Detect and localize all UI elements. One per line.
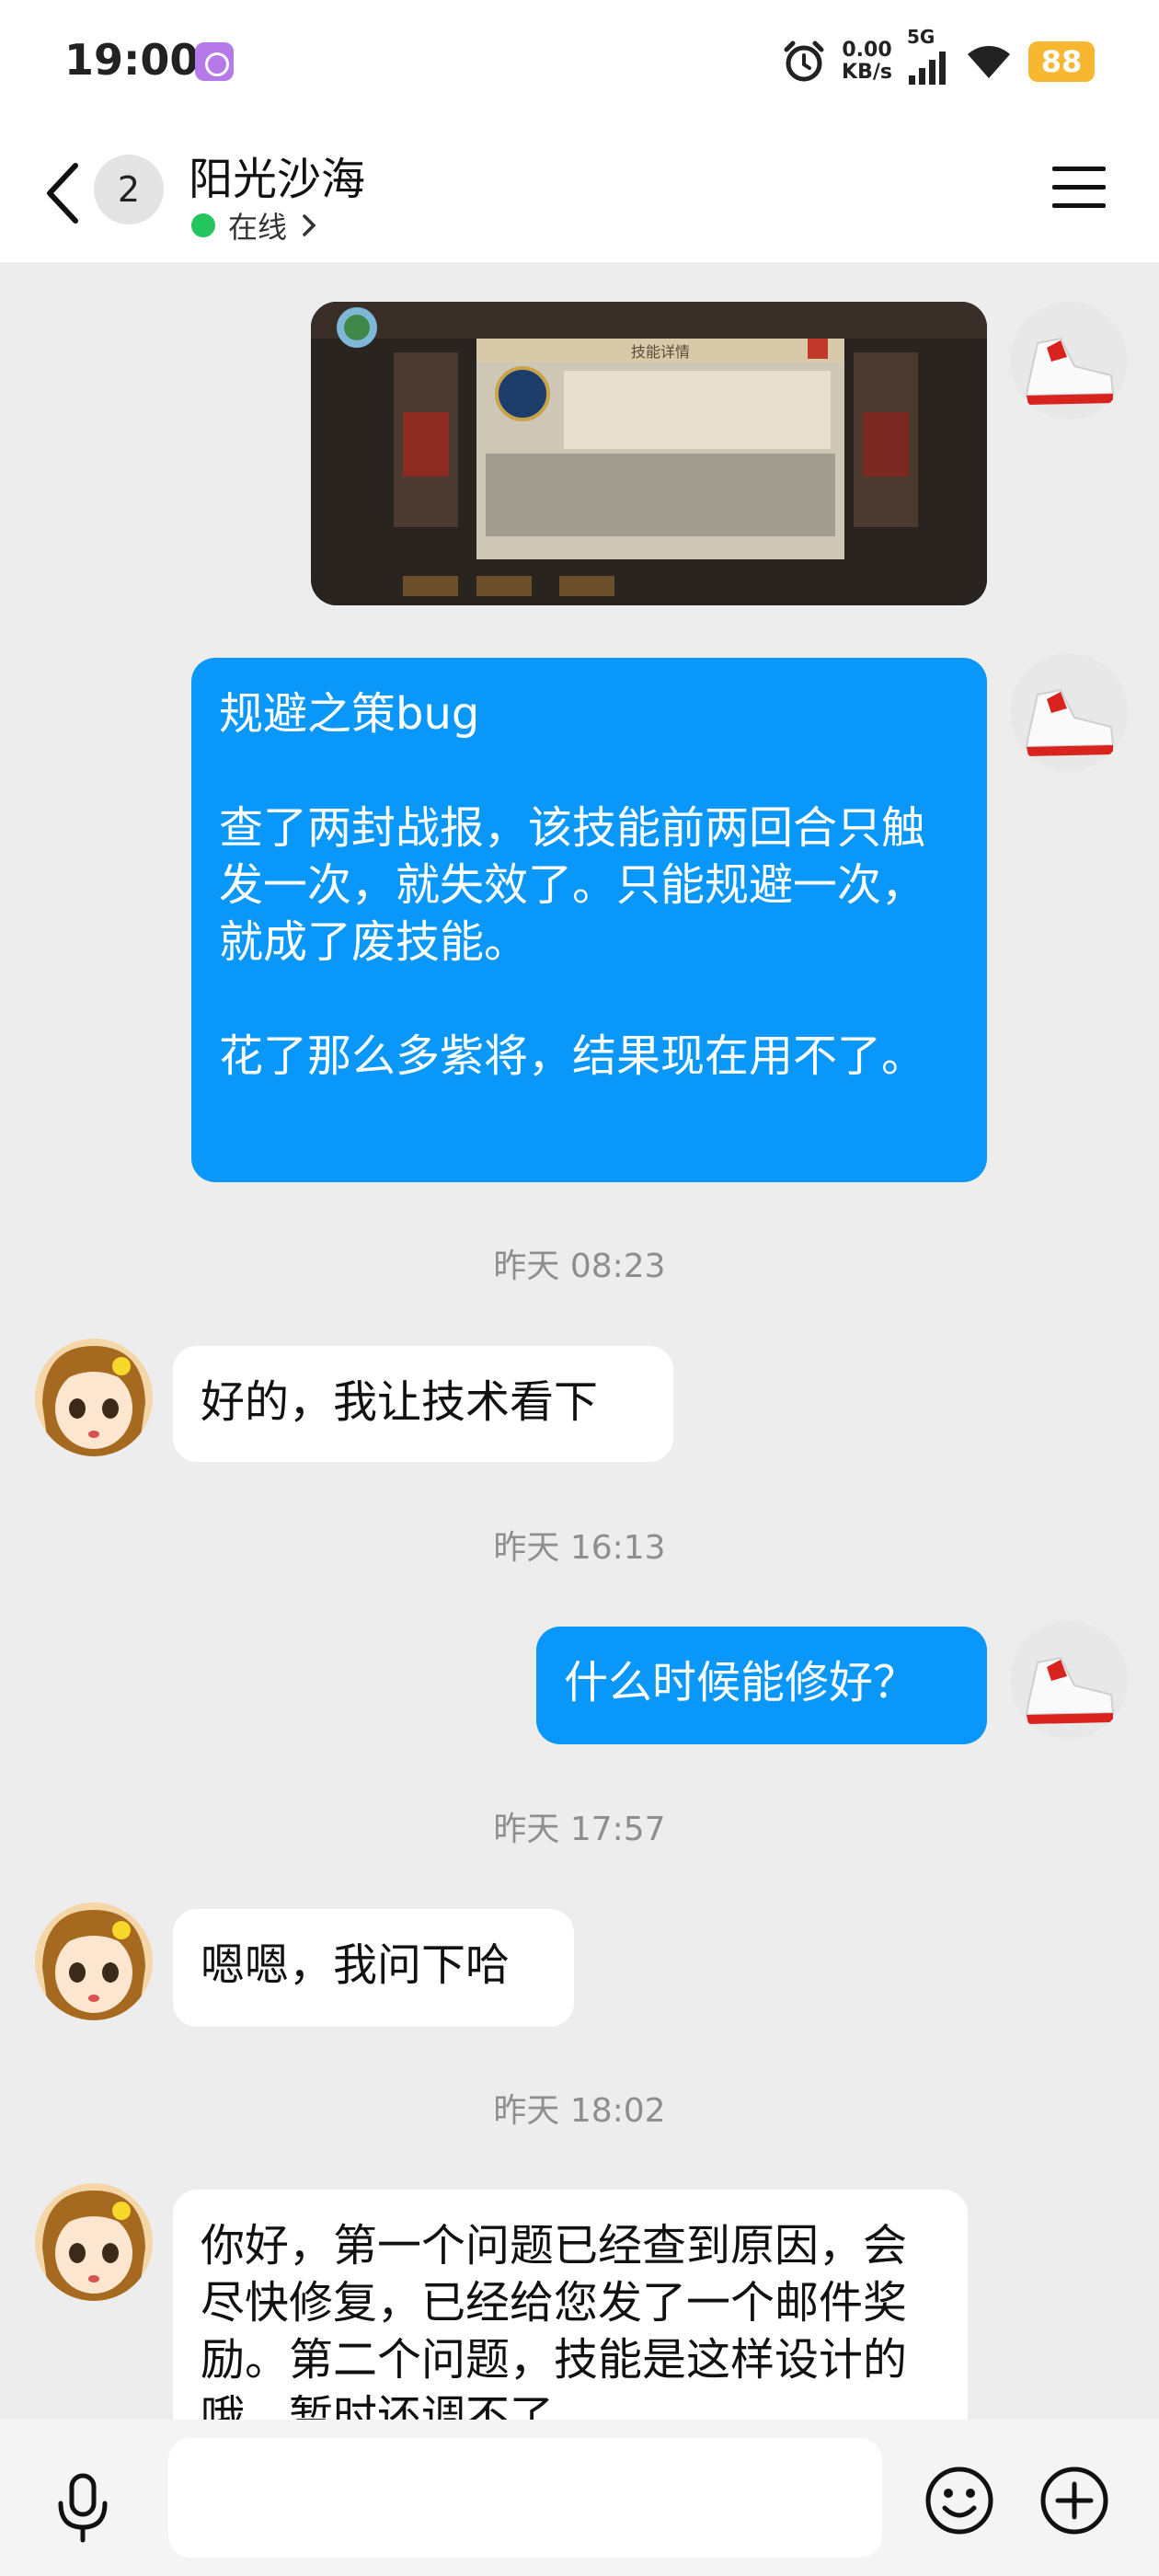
network-speed-unit: KB/s [842,61,892,84]
app-notification-icon [195,42,234,81]
plus-icon[interactable] [1038,2464,1111,2537]
message-list[interactable]: 技能详情 规避之策bug 查了两封战报，该技能前两回合只触发一次，就失效了。只能… [0,262,1159,2420]
message-timestamp: 昨天 17:57 [493,1811,666,1848]
message-timestamp: 昨天 08:23 [493,1248,666,1285]
wifi-icon [968,46,1010,78]
chat-header [0,129,1159,262]
my-avatar[interactable] [1010,302,1128,420]
chat-title[interactable]: 阳光沙海 [189,143,365,207]
image-message[interactable]: 技能详情 [311,302,987,605]
status-time: 19:00 [64,35,200,85]
outgoing-message[interactable]: 什么时候能修好？ [536,1627,987,1744]
cartoon-girl-avatar-icon [35,1903,153,2020]
incoming-message[interactable]: 你好，第一个问题已经查到原因，会尽快修复，已经给您发了一个邮件奖励。第二个问题，… [173,2190,968,2420]
network-speed: 0.00 KB/s [842,40,892,84]
cartoon-girl-avatar-icon [35,1339,153,1456]
contact-avatar[interactable] [35,2183,153,2301]
message-input[interactable] [168,2438,882,2558]
network-speed-value: 0.00 [842,39,892,62]
sneaker-avatar-icon [1010,302,1128,420]
outgoing-message[interactable]: 规避之策bug 查了两封战报，该技能前两回合只触发一次，就失效了。只能规避一次，… [191,658,987,1182]
my-avatar[interactable] [1010,653,1128,771]
cartoon-girl-avatar-icon [35,2183,153,2301]
alarm-icon [784,40,824,82]
contact-avatar[interactable] [35,1903,153,2020]
game-screenshot: 技能详情 [311,302,987,605]
chevron-right-icon [303,214,316,236]
microphone-icon[interactable] [46,2470,120,2544]
battery-indicator: 88 [1028,41,1095,82]
status-bar: 19:00 0.00 KB/s 5G 88 [0,0,1159,129]
status-icons: 0.00 KB/s 5G 88 [781,26,1095,86]
message-timestamp: 昨天 16:13 [493,1529,666,1567]
signal-icon [909,52,946,85]
unread-count-badge[interactable]: 2 [94,155,164,224]
emoji-icon[interactable] [923,2464,996,2537]
sneaker-avatar-icon [1010,653,1128,771]
online-status[interactable]: 在线 [191,204,318,247]
input-bar [0,2420,1159,2576]
incoming-message[interactable]: 好的，我让技术看下 [173,1346,673,1462]
network-type: 5G [907,26,935,48]
menu-icon[interactable] [1049,161,1109,213]
contact-avatar[interactable] [35,1339,153,1456]
incoming-message[interactable]: 嗯嗯，我问下哈 [173,1909,574,2027]
sneaker-avatar-icon [1010,1621,1128,1739]
signal-group: 5G [907,26,949,86]
panel-title: 技能详情 [631,343,690,361]
my-avatar[interactable] [1010,1621,1128,1739]
back-arrow-icon[interactable] [37,156,88,230]
message-timestamp: 昨天 18:02 [493,2092,666,2130]
online-dot-icon [191,213,215,237]
online-status-label: 在线 [228,210,288,245]
